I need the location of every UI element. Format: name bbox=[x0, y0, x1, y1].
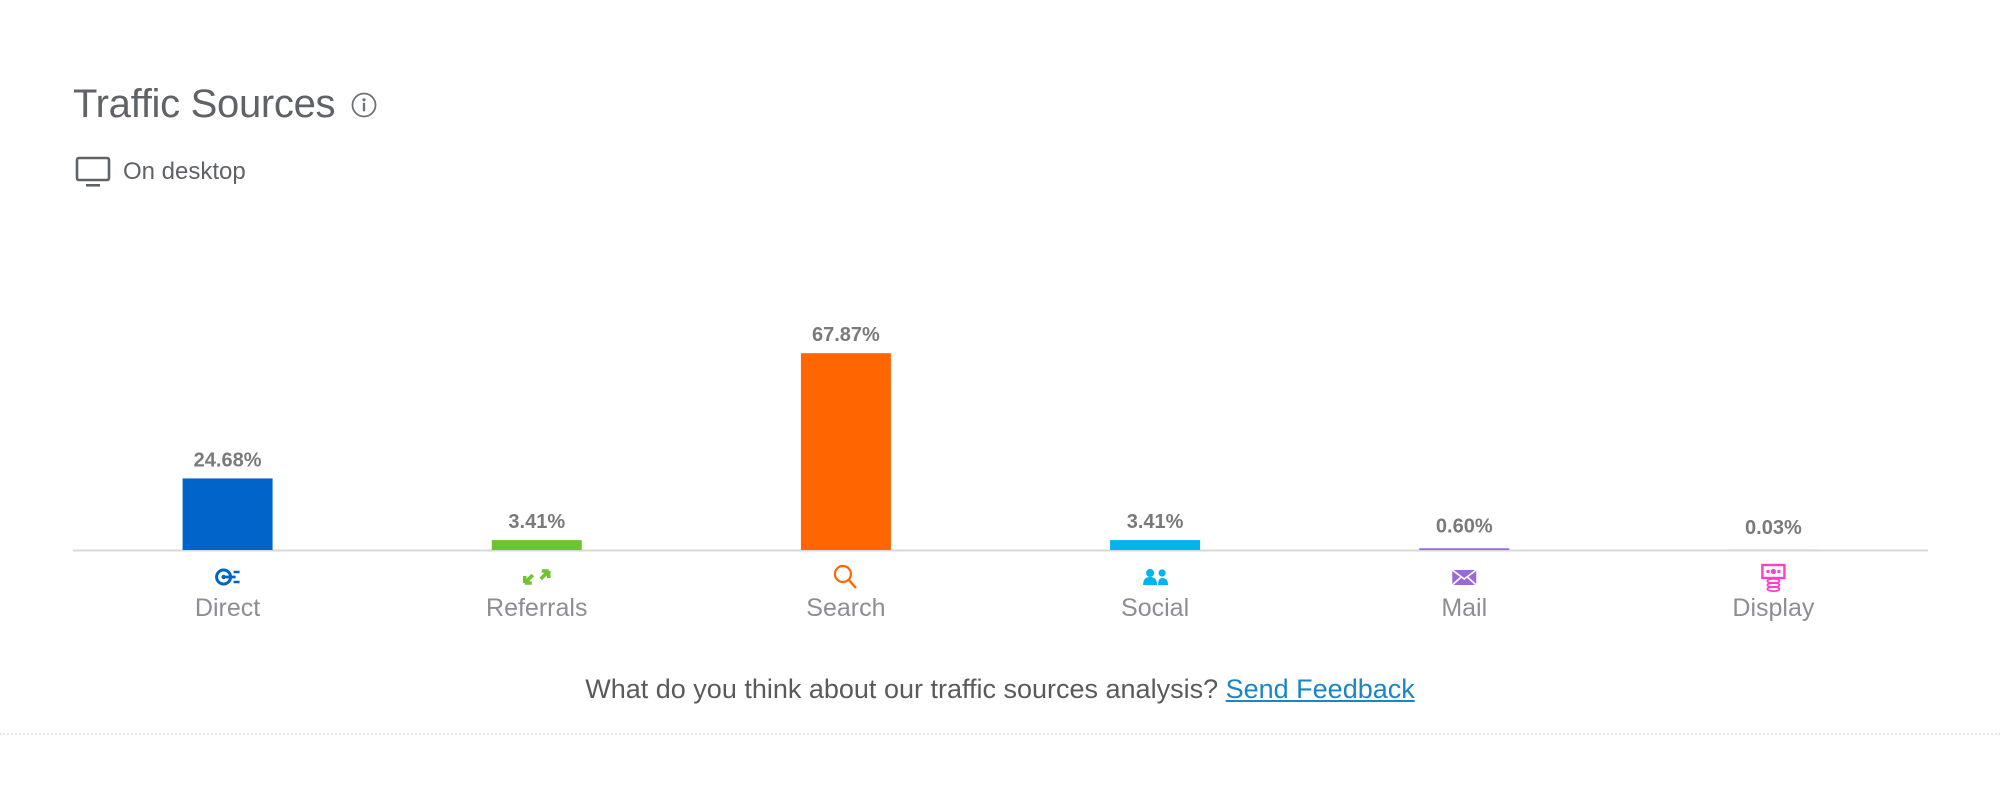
mail-envelope-icon bbox=[1451, 569, 1477, 586]
social-people-icon bbox=[1143, 569, 1169, 585]
bar-referrals[interactable] bbox=[491, 540, 582, 550]
search-magnifier-icon bbox=[833, 564, 857, 589]
traffic-sources-chart: 24.68% Direct 3.41% Referrals 67.87% Search 3.… bbox=[73, 324, 1928, 622]
section-divider bbox=[0, 733, 2000, 735]
direct-target-icon bbox=[215, 568, 240, 586]
value-label-direct: 24.68% bbox=[194, 449, 262, 471]
value-label-referrals: 3.41% bbox=[508, 511, 565, 533]
value-label-search: 67.87% bbox=[812, 324, 880, 346]
bar-mail[interactable] bbox=[1419, 548, 1510, 550]
category-label-mail: Mail bbox=[1441, 594, 1487, 622]
feedback-row: What do you think about our traffic sour… bbox=[0, 674, 2000, 705]
category-label-direct: Direct bbox=[195, 594, 260, 622]
bar-search[interactable] bbox=[800, 353, 891, 550]
category-label-social: Social bbox=[1121, 594, 1189, 622]
value-label-mail: 0.60% bbox=[1436, 515, 1493, 537]
category-label-display: Display bbox=[1732, 594, 1814, 622]
category-label-referrals: Referrals bbox=[486, 594, 587, 622]
value-label-social: 3.41% bbox=[1127, 511, 1184, 533]
category-label-search: Search bbox=[806, 594, 885, 622]
referrals-arrows-icon bbox=[522, 569, 551, 585]
bar-direct[interactable] bbox=[182, 478, 273, 550]
value-label-display: 0.03% bbox=[1745, 517, 1802, 539]
send-feedback-link[interactable]: Send Feedback bbox=[1226, 674, 1415, 704]
feedback-question: What do you think about our traffic sour… bbox=[585, 674, 1219, 704]
display-ad-icon bbox=[1761, 563, 1786, 593]
bar-social[interactable] bbox=[1110, 540, 1201, 550]
